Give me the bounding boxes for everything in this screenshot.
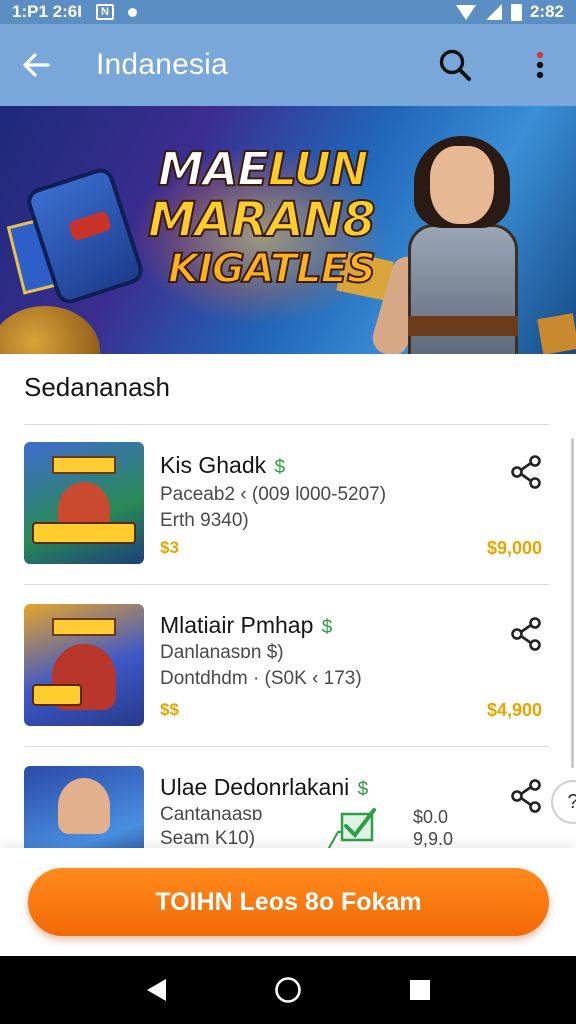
search-button[interactable] — [432, 42, 478, 88]
banner-headline-3: KIGATLES — [167, 245, 377, 293]
nav-home-button[interactable] — [258, 960, 318, 1020]
divider — [24, 424, 549, 425]
status-right-text: 2:82 — [529, 2, 564, 21]
share-button[interactable] — [506, 614, 546, 654]
item-title: Ulae Dedonrlakani $ — [160, 774, 369, 800]
search-icon — [439, 49, 471, 81]
banner-headline-1: MAELUN — [157, 141, 369, 197]
item-price: $4,900 — [486, 700, 542, 720]
item-detail: Erth 9340) — [160, 510, 249, 531]
extra-value-2: 9,9.0 — [413, 829, 454, 849]
share-button[interactable] — [506, 776, 546, 816]
nav-back-button[interactable] — [126, 960, 186, 1020]
share-button[interactable] — [506, 452, 546, 492]
thumbnail-character — [58, 778, 110, 834]
verified-badge-icon: $ — [357, 779, 369, 800]
coin-icon: $3 — [160, 538, 179, 557]
arrow-left-icon — [23, 53, 50, 77]
item-title: Mlatiair Pmhap $ — [160, 612, 333, 638]
navigation-bar — [0, 956, 576, 1024]
list-item[interactable]: Ulae Dedonrlakani $ Cantanaasɒ Seam K10) — [0, 766, 576, 850]
verified-badge-icon: $ — [321, 617, 333, 638]
notification-icon: N — [95, 4, 114, 20]
item-subtitle: Paceab2 ‹ (009 l000-5207) — [160, 484, 387, 505]
triangle-back-icon — [147, 979, 166, 1001]
item-detail: Dontdhdm · (S0K ‹ 173) — [160, 668, 362, 689]
page-title: Indanesia — [96, 48, 228, 81]
banner-headline-2: MARAN8 — [147, 191, 377, 249]
banner-block-art-2 — [537, 313, 576, 354]
circle-home-icon — [275, 977, 301, 1003]
share-icon — [511, 455, 541, 489]
share-icon — [511, 779, 541, 813]
more-options-button[interactable] — [520, 42, 560, 88]
nav-recents-button[interactable] — [390, 960, 450, 1020]
thumbnail-header — [52, 618, 116, 636]
thumbnail-caption — [32, 684, 82, 706]
game-thumbnail — [24, 766, 144, 850]
banner-monster-art — [0, 306, 100, 354]
game-thumbnail — [24, 604, 144, 726]
more-vert-icon — [536, 51, 544, 79]
status-time: 1:P1 2:6I — [12, 2, 82, 21]
divider — [24, 746, 549, 747]
extra-values: $0.0 9,9.0 — [413, 806, 453, 850]
item-price: $9,000 — [486, 538, 542, 558]
promo-banner[interactable]: MAELUN MARAN8 KIGATLES — [0, 106, 576, 354]
banner-warrior-face — [430, 146, 494, 224]
thumbnail-caption — [32, 522, 136, 544]
primary-cta-button[interactable]: TOIHN Leos 8o Fokam — [28, 868, 549, 936]
bottom-action-area: TOIHN Leos 8o Fokam — [0, 848, 576, 956]
item-title: Kis Ghadk $ — [160, 452, 286, 478]
back-button[interactable] — [0, 24, 72, 106]
thumbnail-header — [52, 456, 116, 474]
wifi-icon — [455, 5, 476, 20]
divider — [24, 584, 549, 585]
item-detail: Seam K10) — [160, 828, 256, 849]
item-subtitle: Cantanaasɒ — [160, 804, 263, 825]
square-recents-icon — [410, 980, 430, 1000]
extra-value-1: $0.0 — [413, 807, 449, 827]
notification-dot-icon — [127, 7, 137, 17]
verified-badge-icon: $ — [274, 457, 286, 478]
signal-icon — [485, 4, 502, 20]
section-title: Sedananash — [24, 372, 171, 402]
banner-warrior-belt — [408, 316, 518, 336]
share-icon — [511, 617, 541, 651]
scrollbar[interactable] — [571, 438, 574, 768]
app-bar: Indanesia — [0, 24, 576, 106]
list-item[interactable]: Mlatiair Pmhap $ Danlanasɒn $) Dontdhdm … — [0, 604, 576, 764]
item-subtitle: Danlanasɒn $) — [160, 642, 284, 663]
battery-icon — [510, 3, 522, 21]
game-thumbnail — [24, 442, 144, 564]
status-bar: 1:P1 2:6I N 2:82 — [0, 0, 576, 24]
coin-icon: $$ — [160, 700, 179, 719]
list-item[interactable]: Kis Ghadk $ Paceab2 ‹ (009 l000-5207) Er… — [0, 442, 576, 602]
